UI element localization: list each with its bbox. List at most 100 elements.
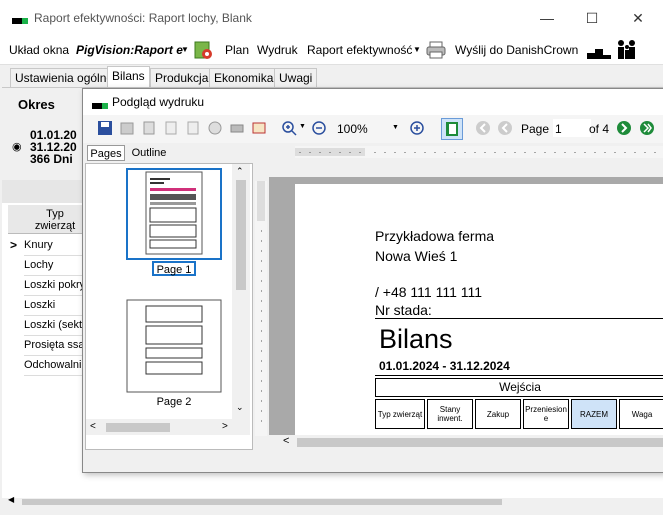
main-toolbar: Układ okna PigVision:Raport e ▼ Plan Wyd… (0, 36, 663, 65)
print-report-value: Raport efektywność (307, 43, 413, 57)
farm-name: Przykładowa ferma (375, 228, 495, 244)
vertical-ruler (255, 181, 267, 436)
tab-balance[interactable]: Bilans (107, 66, 150, 88)
chevron-down-icon[interactable]: ▼ (299, 123, 306, 130)
scroll-right-icon[interactable]: > (222, 421, 228, 432)
app-logo-icon (12, 18, 28, 24)
thumbnails-vertical-scrollbar[interactable]: ⌃ ⌄ (232, 164, 250, 419)
last-page-icon[interactable] (639, 120, 655, 136)
col-purchase: Zakup (475, 399, 521, 429)
tab-production[interactable]: Produkcja (150, 68, 214, 87)
open-icon[interactable] (119, 120, 135, 136)
next-page-icon[interactable] (616, 120, 632, 136)
period-label: Okres (18, 97, 55, 112)
period-group: Okres ◉ 01.01.20 31.12.20 366 Dni (2, 88, 82, 180)
scroll-left-icon[interactable]: ◀ (8, 495, 14, 504)
layout-dropdown[interactable]: PigVision:Raport e ▼ (75, 41, 190, 59)
tab-general-settings[interactable]: Ustawienia ogólne (10, 68, 119, 87)
chevron-down-icon: ▼ (413, 45, 421, 54)
scroll-down-icon[interactable]: ⌄ (236, 402, 244, 413)
zoom-plus-icon[interactable] (409, 120, 425, 136)
thumbnail-page-1[interactable] (126, 168, 222, 260)
document-page: Przykładowa ferma Nowa Wieś 1 / +48 111 … (295, 184, 663, 435)
first-page-icon[interactable] (475, 120, 491, 136)
main-tabs: Ustawienia ogólne Bilans Produkcja Ekono… (0, 66, 663, 88)
page-thumbnails-panel: Page 1 Page 2 ⌃ ⌄ < > (85, 163, 253, 450)
preview-title: Podgląd wydruku (112, 95, 205, 109)
preview-toolbar: ▼ 100% ▼ Page 1 of 4 (83, 115, 663, 143)
col-weight: Waga (619, 399, 663, 429)
export-icon[interactable] (251, 120, 267, 136)
plan-button[interactable]: Plan (225, 43, 249, 57)
scale-icon[interactable] (207, 120, 223, 136)
zoom-value[interactable]: 100% (337, 122, 368, 136)
col-total: RAZEM (571, 399, 617, 429)
scrollbar-thumb[interactable] (106, 423, 170, 432)
printer-icon[interactable] (425, 40, 447, 60)
print-report-dropdown[interactable]: Raport efektywność ▼ (305, 41, 421, 59)
thumbnails-horizontal-scrollbar[interactable]: < > (86, 419, 250, 435)
send-danishcrown-button[interactable]: Wyślij do DanishCrown (455, 43, 578, 57)
zoom-out-icon[interactable] (311, 120, 327, 136)
divider (375, 318, 663, 319)
scrollbar-thumb[interactable] (297, 438, 663, 447)
tab-pages[interactable]: Pages (87, 145, 125, 161)
tab-notes[interactable]: Uwagi (274, 68, 318, 87)
col-animal-type: Typ zwierząt (375, 399, 425, 429)
grid-header: Typ zwierząt (8, 205, 82, 234)
thumbnail-page-2[interactable] (126, 298, 222, 394)
page-2-thumbnail-image (126, 299, 222, 393)
scroll-left-icon[interactable]: < (90, 421, 96, 432)
col-transfer: Przeniesion e (523, 399, 569, 429)
report-heading: Bilans (379, 324, 453, 354)
chevron-down-icon: ▼ (181, 45, 189, 54)
preview-title-bar: Podgląd wydruku (83, 89, 663, 115)
header-footer-icon[interactable] (185, 120, 201, 136)
document-view[interactable]: Przykładowa ferma Nowa Wieś 1 / +48 111 … (269, 177, 663, 435)
title-bar: Raport efektywności: Raport lochy, Blank… (0, 0, 663, 36)
main-horizontal-scrollbar[interactable]: ◀ (8, 495, 663, 507)
scroll-left-icon[interactable]: < (283, 435, 289, 447)
save-icon[interactable] (97, 120, 113, 136)
page-number-value: 1 (555, 122, 562, 136)
tab-economics[interactable]: Ekonomika (209, 68, 279, 87)
herd-number-label: Nr stada: (375, 302, 432, 318)
horizontal-ruler (295, 146, 663, 158)
scroll-up-icon[interactable]: ⌃ (236, 166, 244, 177)
print-label: Wydruk (257, 43, 298, 57)
minimize-button[interactable]: — (535, 7, 559, 29)
layout-dropdown-value: PigVision:Raport e (76, 43, 183, 57)
print-icon[interactable] (229, 120, 245, 136)
section-header: Wejścia (375, 378, 663, 397)
section-title: Wejścia (499, 380, 541, 394)
report-date-range: 01.01.2024 - 31.12.2024 (379, 359, 510, 373)
zoom-in-icon[interactable] (281, 120, 297, 136)
maximize-button[interactable]: ☐ (580, 7, 604, 29)
margins-icon[interactable] (163, 120, 179, 136)
grid-spacer (2, 180, 82, 203)
page-label: Page (521, 122, 550, 136)
tab-outline[interactable]: Outline (127, 145, 171, 161)
people-icon[interactable] (614, 38, 640, 62)
divider (375, 375, 663, 376)
page-number-input[interactable]: 1 (553, 119, 591, 137)
thumbnails-toggle-button[interactable] (441, 118, 463, 140)
scrollbar-thumb[interactable] (236, 180, 246, 290)
period-days: 366 Dni (30, 152, 73, 166)
page-setup-icon[interactable] (141, 120, 157, 136)
thumbnail-label-page-2: Page 2 (156, 396, 192, 408)
farm-phone: / +48 111 111 111 (375, 284, 483, 300)
podium-icon[interactable] (585, 39, 613, 61)
print-preview-dialog: Podgląd wydruku ▼ 100% ▼ Page 1 of 4 Pag… (82, 88, 663, 473)
period-radio[interactable]: ◉ (12, 140, 22, 153)
close-button[interactable]: ✕ (626, 7, 650, 29)
chevron-down-icon[interactable]: ▼ (392, 124, 399, 131)
previous-page-icon[interactable] (497, 120, 513, 136)
page-count-label: of 4 (589, 122, 610, 136)
scrollbar-thumb[interactable] (22, 499, 502, 505)
layout-settings-icon[interactable] (193, 40, 213, 60)
table-header: Typ zwierząt Stany inwent. Zakup Przenie… (375, 399, 663, 429)
farm-address: Nowa Wieś 1 (375, 248, 458, 264)
document-horizontal-scrollbar[interactable]: < (269, 435, 663, 449)
page-1-thumbnail-image (145, 171, 203, 255)
